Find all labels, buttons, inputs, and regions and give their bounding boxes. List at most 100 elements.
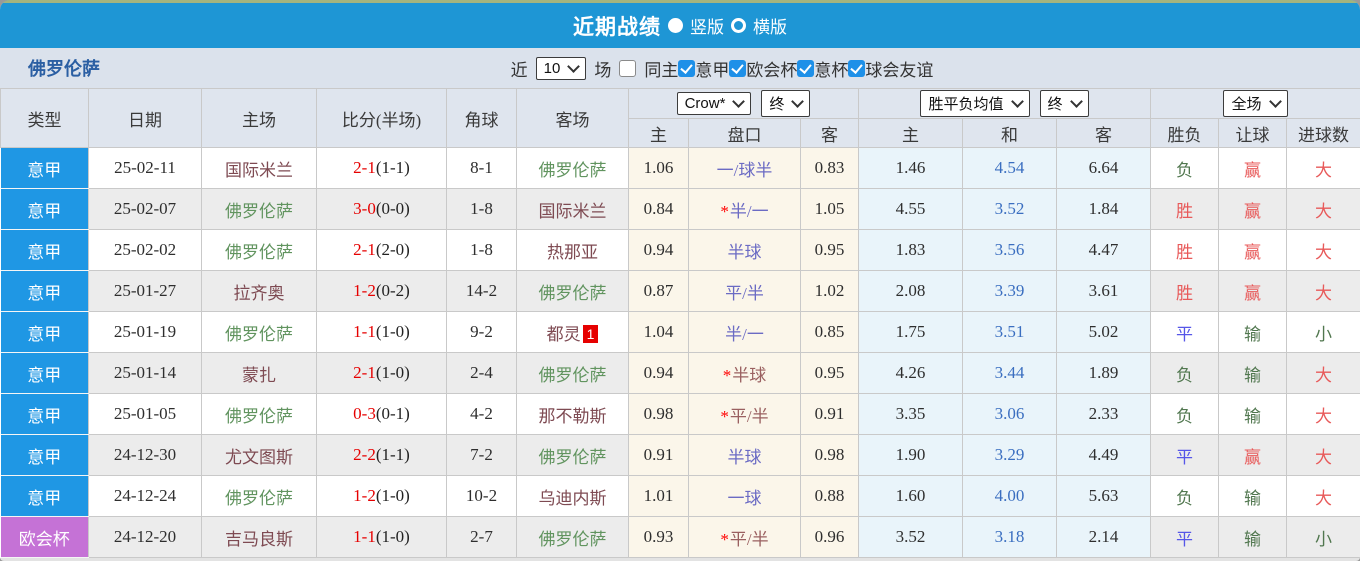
home-team-name[interactable]: 佛罗伦萨 [225,325,293,344]
corner-count: 9-2 [446,311,517,353]
match-row: 意甲 24-12-24 佛罗伦萨 1-2(1-0) 10-2 乌迪内斯 1.01… [0,475,1360,517]
same-home-checkbox[interactable] [619,59,637,77]
home-team-name[interactable]: 佛罗伦萨 [225,489,293,508]
fulltime-score: 2-1 [353,240,376,259]
away-team-name[interactable]: 乌迪内斯 [539,489,607,508]
match-type-badge: 意甲 [0,393,89,435]
avg-time-select[interactable]: 终 [1039,90,1089,117]
away-team-name[interactable]: 佛罗伦萨 [539,448,607,467]
home-team-name[interactable]: 佛罗伦萨 [225,202,293,221]
chevron-down-icon [1268,95,1282,108]
score-cell: 2-1(2-0) [316,229,447,271]
match-row: 意甲 25-02-11 国际米兰 2-1(1-1) 8-1 佛罗伦萨 1.06 … [0,147,1360,189]
match-result: 平 [1150,311,1219,353]
chevron-down-icon [1069,95,1083,108]
handicap-cover-result: 赢 [1218,229,1287,271]
goals-over-under: 大 [1286,434,1360,476]
goals-over-under: 小 [1286,516,1360,558]
corner-count: 14-2 [446,270,517,312]
match-date: 24-12-24 [88,475,202,517]
match-row: 意甲 25-01-19 佛罗伦萨 1-1(1-0) 9-2 都灵 1 1.04 半… [0,311,1360,353]
score-cell: 2-1(1-0) [316,352,447,394]
avg-odds-select[interactable]: 胜平负均值 [920,90,1030,117]
checkbox-coppa-italia[interactable] [797,59,815,77]
away-team-name[interactable]: 佛罗伦萨 [539,284,607,303]
handicap-cover-result: 赢 [1218,188,1287,230]
home-team-name[interactable]: 佛罗伦萨 [225,243,293,262]
avg-odds-away: 1.89 [1056,352,1151,394]
home-team-cell: 佛罗伦萨 [201,188,317,230]
home-team-name[interactable]: 拉齐奥 [234,284,285,303]
score-cell: 1-1(1-0) [316,311,447,353]
team-name[interactable]: 佛罗伦萨 [28,55,100,81]
avg-odds-home: 1.46 [858,147,963,189]
horizontal-layout-radio[interactable] [731,18,746,33]
avg-odds-away: 4.47 [1056,229,1151,271]
recent-count-select[interactable]: 10 [535,56,587,80]
checkbox-serie-a[interactable] [678,59,696,77]
chevron-down-icon [567,59,581,73]
avg-odds-home: 1.60 [858,475,963,517]
score-cell: 0-3(0-1) [316,393,447,435]
handicap-time-select[interactable]: 终 [761,90,811,117]
away-team-name[interactable]: 都灵 [547,325,581,344]
handicap-cover-result: 输 [1218,516,1287,558]
avg-odds-draw: 3.06 [962,393,1057,435]
handicap-odds-home: 1.04 [628,311,689,353]
handicap-line: 平/半 [729,406,769,426]
handicap-line-cell: 半球 [688,229,801,271]
away-team-name[interactable]: 佛罗伦萨 [539,366,607,385]
same-home-label: 同主 [644,60,679,80]
goals-over-under: 大 [1286,352,1360,394]
fulltime-score: 2-1 [353,158,376,177]
score-cell: 2-1(1-1) [316,147,447,189]
horizontal-layout-label[interactable]: 横版 [753,13,787,38]
checkbox-conference-league[interactable] [729,59,747,77]
handicap-cover-result: 输 [1218,475,1287,517]
home-team-cell: 佛罗伦萨 [201,393,317,435]
handicap-odds-home: 0.87 [628,270,689,312]
table-header: 类型 日期 主场 比分(半场) 角球 客场 Crow* 终 胜平负均值 终 全场… [0,88,1360,148]
handicap-odds-away: 1.02 [800,270,859,312]
home-team-name[interactable]: 尤文图斯 [225,448,293,467]
vertical-layout-radio[interactable] [668,18,683,33]
handicap-line: 半/一 [725,324,764,344]
handicap-odds-home: 0.93 [628,516,689,558]
match-date: 25-01-27 [88,270,202,312]
col-header-score: 比分(半场) [316,88,447,148]
handicap-line-cell: *平/半 [688,516,801,558]
fulltime-score: 3-0 [353,199,376,218]
col-header-goals: 进球数 [1286,118,1360,148]
match-result: 负 [1150,393,1219,435]
period-select[interactable]: 全场 [1223,90,1288,117]
away-team-cell: 都灵 1 [516,311,629,353]
checkbox-club-friendly[interactable] [848,59,866,77]
away-team-name[interactable]: 佛罗伦萨 [539,530,607,549]
avg-odds-away: 4.49 [1056,434,1151,476]
col-header-corner: 角球 [446,88,517,148]
vertical-layout-label[interactable]: 竖版 [690,13,724,38]
away-team-name[interactable]: 那不勒斯 [539,407,607,426]
match-type-badge: 欧会杯 [0,516,89,558]
corner-count: 8-1 [446,147,517,189]
away-team-name[interactable]: 佛罗伦萨 [539,161,607,180]
avg-time-value: 终 [1047,96,1063,113]
home-team-name[interactable]: 蒙扎 [242,366,276,385]
match-date: 25-01-14 [88,352,202,394]
away-team-cell: 佛罗伦萨 [516,270,629,312]
match-result: 胜 [1150,229,1219,271]
matches-table: 类型 日期 主场 比分(半场) 角球 客场 Crow* 终 胜平负均值 终 全场… [0,88,1360,558]
away-team-name[interactable]: 热那亚 [547,243,598,262]
odds-provider-select[interactable]: Crow* [676,92,752,115]
avg-odds-home: 4.26 [858,352,963,394]
handicap-odds-away: 1.05 [800,188,859,230]
period-value: 全场 [1231,96,1262,113]
chevron-down-icon [732,95,746,108]
match-type-badge: 意甲 [0,229,89,271]
home-team-name[interactable]: 国际米兰 [225,161,293,180]
away-team-name[interactable]: 国际米兰 [539,202,607,221]
home-team-name[interactable]: 吉马良斯 [225,530,293,549]
away-team-cell: 佛罗伦萨 [516,147,629,189]
home-team-name[interactable]: 佛罗伦萨 [225,407,293,426]
filter-bar: 佛罗伦萨 近 10 场 同主 意甲 欧会杯 意杯 球会友谊 [0,48,1360,88]
